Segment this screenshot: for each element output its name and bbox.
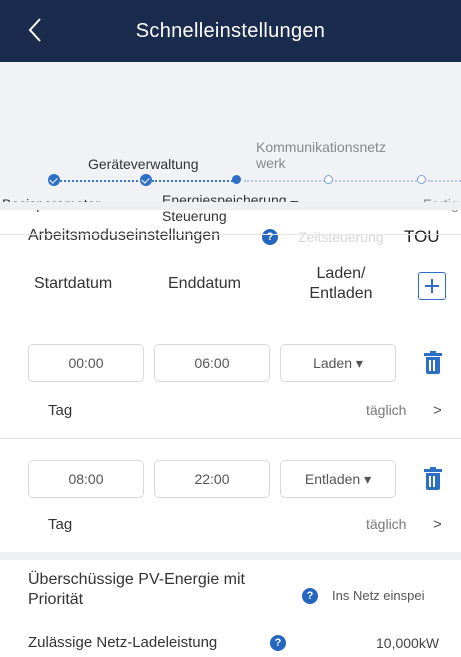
- day-value: täglich: [366, 516, 407, 532]
- step-pending-dot: [417, 175, 426, 184]
- step-done-check-icon: [140, 174, 152, 186]
- help-icon[interactable]: ?: [270, 635, 286, 651]
- chevron-right-icon: >: [433, 516, 442, 533]
- chevron-right-icon: >: [433, 402, 442, 419]
- col-startdatum: Startdatum: [34, 275, 113, 292]
- page-title: Schnelleinstellungen: [135, 20, 326, 42]
- work-mode-value[interactable]: TOU: [404, 227, 440, 247]
- trash-icon[interactable]: [424, 351, 442, 375]
- work-mode-row[interactable]: Arbeitsmoduseinstellungen ? Zeitsteuerun…: [0, 210, 461, 262]
- section-separator: [0, 202, 461, 210]
- start-time-input[interactable]: 08:00: [28, 460, 144, 498]
- help-icon[interactable]: ?: [302, 588, 318, 604]
- work-mode-label: Arbeitsmoduseinstellungen: [28, 227, 221, 244]
- end-time-input[interactable]: 06:00: [154, 344, 270, 382]
- col-laden-entladen: Laden/ Entladen: [309, 265, 373, 302]
- end-time-input[interactable]: 22:00: [154, 460, 270, 498]
- trash-icon[interactable]: [424, 467, 442, 491]
- step-pending-dot: [324, 175, 333, 184]
- step-done-check-icon: [48, 174, 60, 186]
- help-icon[interactable]: ?: [262, 229, 278, 245]
- day-value: täglich: [366, 402, 407, 418]
- start-time-input[interactable]: 00:00: [28, 344, 144, 382]
- grid-charge-power-label: Zulässige Netz-Ladeleistung: [28, 634, 218, 651]
- pv-priority-label: Überschüssige PV-Energie mit Priorität: [28, 571, 245, 608]
- schedule-day-row[interactable]: Tag täglich >: [0, 510, 461, 540]
- add-schedule-button[interactable]: [418, 272, 446, 300]
- step-indicator: Basisparameter Geräteverwaltung Energies…: [0, 62, 461, 224]
- col-enddatum: Enddatum: [168, 275, 241, 292]
- grid-charge-power-value[interactable]: 10,000kW: [376, 635, 439, 651]
- day-label: Tag: [48, 516, 73, 533]
- grid-charge-power-row[interactable]: Zulässige Netz-Ladeleistung ? 10,000kW: [0, 630, 461, 657]
- step-label-kommunikation: Kommunikationsnetz werk: [256, 139, 386, 171]
- section-separator: [0, 552, 461, 560]
- step-connector-pending: [428, 180, 461, 182]
- step-connector-done: [152, 180, 236, 182]
- charge-mode-select[interactable]: Entladen ▾: [280, 460, 396, 498]
- schedule-column-headers: Startdatum Enddatum Laden/ Entladen: [0, 262, 461, 322]
- pv-priority-row[interactable]: Überschüssige PV-Energie mit Priorität ?…: [0, 568, 461, 620]
- day-label: Tag: [48, 402, 73, 419]
- step-label-geraeteverwaltung: Geräteverwaltung: [88, 156, 199, 172]
- work-mode-faded-text: Zeitsteuerung: [298, 229, 384, 245]
- step-connector-done: [56, 180, 146, 182]
- divider: [0, 438, 461, 439]
- charge-mode-select[interactable]: Laden ▾: [280, 344, 396, 382]
- divider: [0, 234, 461, 235]
- pv-priority-value[interactable]: Ins Netz einspei: [332, 588, 425, 603]
- step-current-dot: [232, 175, 241, 184]
- app-header: Schnelleinstellungen: [0, 0, 461, 62]
- schedule-day-row[interactable]: Tag täglich >: [0, 396, 461, 426]
